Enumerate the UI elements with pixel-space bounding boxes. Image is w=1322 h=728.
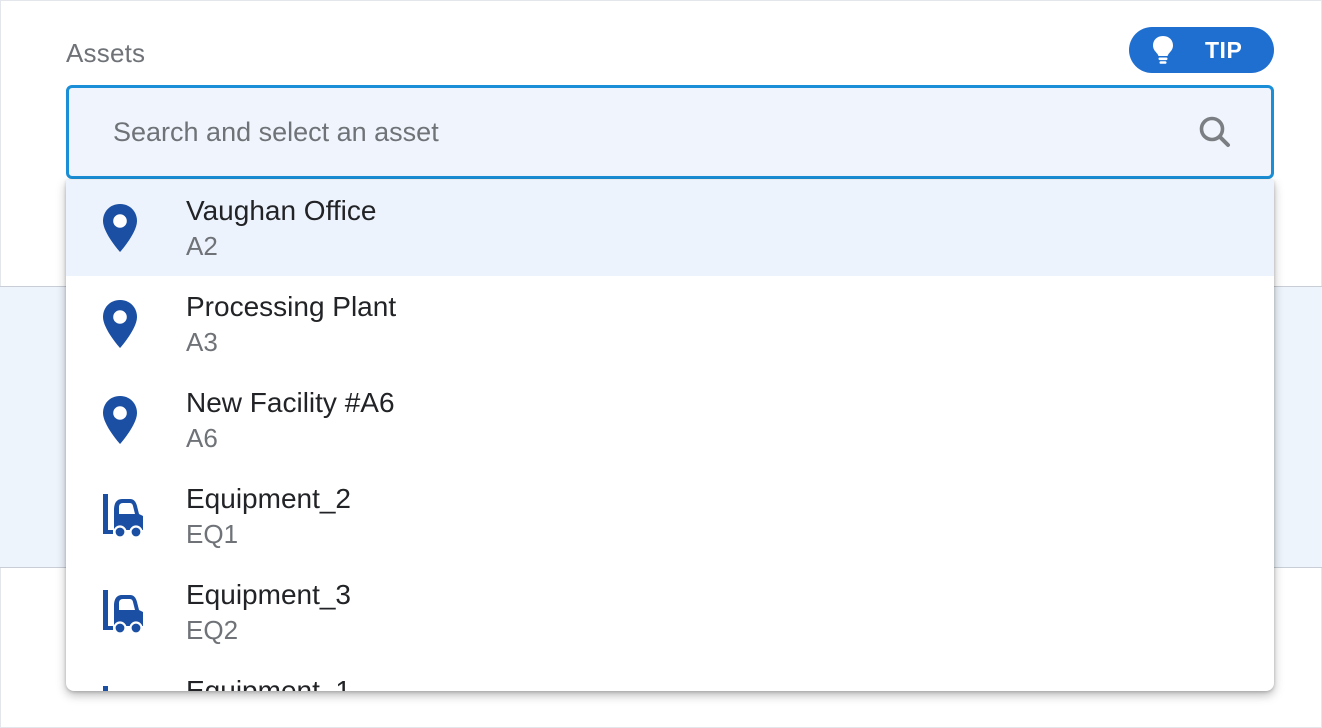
asset-option[interactable]: Equipment_2 EQ1 (66, 468, 1274, 564)
forklift-icon (103, 590, 143, 635)
asset-option-code: A6 (186, 423, 218, 453)
asset-option[interactable]: New Facility #A6 A6 (66, 372, 1274, 468)
location-pin-icon (103, 300, 137, 348)
asset-option[interactable]: Equipment_1 (66, 660, 1274, 691)
asset-option-name: Equipment_2 (186, 483, 352, 514)
asset-dropdown-list[interactable]: Vaughan Office A2 Processing Plant A3 Ne… (66, 180, 1274, 691)
tip-button[interactable]: TIP (1129, 27, 1274, 73)
asset-option-code: EQ1 (186, 519, 239, 549)
asset-option[interactable]: Equipment_3 EQ2 (66, 564, 1274, 660)
tip-button-label: TIP (1205, 36, 1243, 63)
asset-option[interactable]: Processing Plant A3 (66, 276, 1274, 372)
asset-option-name: New Facility #A6 (186, 387, 395, 418)
asset-search-box[interactable] (66, 85, 1274, 179)
asset-option-code: A3 (186, 327, 218, 357)
location-pin-icon (103, 396, 137, 444)
location-pin-icon (103, 204, 137, 252)
search-icon[interactable] (1195, 112, 1235, 152)
asset-option-code: A2 (186, 231, 218, 261)
forklift-icon (103, 494, 143, 539)
asset-option[interactable]: Vaughan Office A2 (66, 180, 1274, 276)
lightbulb-icon (1153, 36, 1173, 64)
asset-option-name: Equipment_3 (186, 579, 352, 610)
forklift-icon (103, 686, 108, 691)
asset-option-name: Equipment_1 (186, 675, 352, 691)
asset-option-code: EQ2 (186, 615, 239, 645)
asset-option-name: Processing Plant (186, 291, 397, 322)
assets-field-label: Assets (66, 38, 146, 68)
asset-search-input[interactable] (69, 88, 1195, 176)
asset-option-name: Vaughan Office (186, 195, 377, 226)
